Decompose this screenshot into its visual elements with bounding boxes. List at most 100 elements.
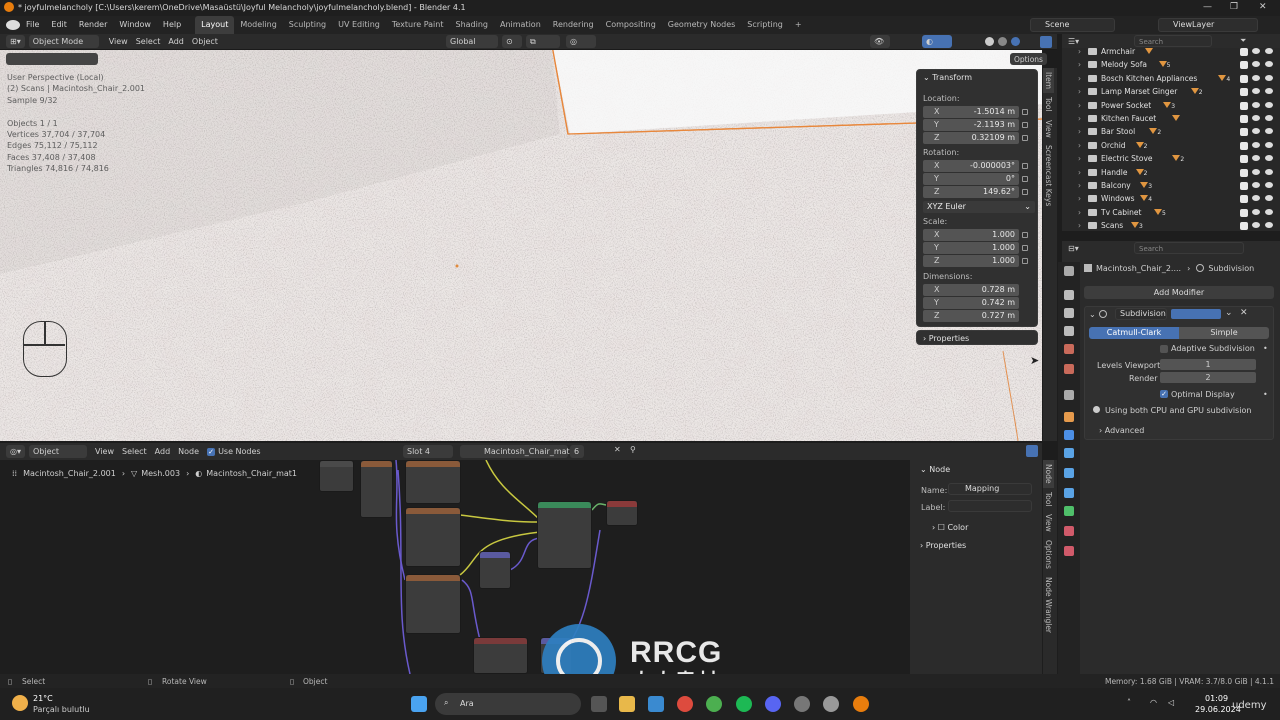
outliner-row[interactable]: › Orchid 2 [1062, 139, 1280, 152]
close-icon[interactable]: ✕ [1259, 2, 1267, 12]
tab-view[interactable]: View [1043, 510, 1054, 536]
blender-menu-icon[interactable] [6, 20, 20, 30]
menu-select[interactable]: Select [132, 35, 165, 48]
pivot-icon[interactable]: ⊙ [502, 35, 522, 48]
properties-editor-icon[interactable]: ⊟▾ [1068, 244, 1079, 253]
mapping-node[interactable] [473, 637, 528, 674]
tab-layout[interactable]: Layout [195, 16, 235, 34]
node-menu-node[interactable]: Node [174, 445, 203, 458]
tab-geometry-nodes[interactable]: Geometry Nodes [662, 16, 741, 34]
exclude-checkbox[interactable] [1240, 101, 1248, 110]
camera-icon[interactable] [1265, 128, 1273, 135]
lock-icon[interactable] [1022, 163, 1028, 169]
location-x-field[interactable]: X -1.5014 m [923, 106, 1019, 118]
camera-icon[interactable] [1265, 182, 1273, 188]
camera-icon[interactable] [1265, 208, 1273, 215]
camera-icon[interactable] [1265, 74, 1273, 81]
dimensions-y-field[interactable]: Y 0.742 m [923, 297, 1019, 309]
eye-icon[interactable] [1252, 128, 1260, 135]
mode-selector[interactable]: Object Mode [28, 35, 99, 48]
options-button[interactable]: Options [1010, 53, 1047, 65]
eye-icon[interactable] [1252, 115, 1260, 121]
simple-option[interactable]: Simple [1179, 327, 1269, 339]
menu-window[interactable]: Window [113, 16, 157, 34]
exclude-checkbox[interactable] [1240, 61, 1248, 70]
keyframe-dot-icon[interactable]: • [1263, 390, 1268, 399]
material-output-node[interactable] [606, 500, 638, 526]
eye-icon[interactable] [1252, 88, 1260, 95]
modifier-tab-icon[interactable] [1064, 430, 1074, 440]
lock-icon[interactable] [1022, 189, 1028, 195]
node-menu-add[interactable]: Add [151, 445, 175, 458]
catmull-clark-option[interactable]: Catmull-Clark [1089, 327, 1179, 339]
properties-subpanel[interactable]: › Properties [916, 330, 1038, 345]
menu-object[interactable]: Object [188, 35, 222, 48]
rotation-mode-select[interactable]: XYZ Euler ⌄ [923, 201, 1035, 213]
levels-viewport-field[interactable]: 1 [1160, 359, 1256, 370]
file-explorer-icon[interactable] [619, 696, 635, 712]
outliner-row[interactable]: › Balcony 3 [1062, 179, 1280, 192]
tab-compositing[interactable]: Compositing [600, 16, 662, 34]
outliner-row[interactable]: › Bar Stool 2 [1062, 125, 1280, 138]
modifier-visibility-toggles[interactable] [1171, 309, 1221, 319]
keyframe-dot-icon[interactable]: • [1263, 344, 1268, 353]
expand-arrow-icon[interactable]: › [1078, 72, 1081, 85]
tab-node-wrangler[interactable]: Node Wrangler [1043, 573, 1054, 637]
optimal-display-checkbox[interactable]: ✓ [1160, 390, 1168, 398]
minimize-icon[interactable]: — [1203, 2, 1212, 12]
chrome-icon[interactable] [677, 696, 693, 712]
dimensions-x-field[interactable]: X 0.728 m [923, 284, 1019, 296]
visibility-icon[interactable]: 👁 [870, 35, 890, 48]
expand-arrow-icon[interactable]: › [1078, 219, 1081, 232]
tool-tab-icon[interactable] [1064, 266, 1074, 276]
eye-icon[interactable] [1252, 141, 1260, 148]
expand-arrow-icon[interactable]: › [1078, 192, 1081, 205]
node-overlay-icon[interactable] [1026, 445, 1038, 457]
camera-icon[interactable] [1265, 115, 1273, 121]
menu-file[interactable]: File [20, 16, 45, 34]
object-tab-icon[interactable] [1064, 412, 1074, 422]
maximize-icon[interactable]: ❐ [1230, 2, 1238, 12]
expand-arrow-icon[interactable]: › [1078, 139, 1081, 152]
blender-taskbar-icon[interactable] [853, 696, 869, 712]
expand-arrow-icon[interactable]: › [1078, 85, 1081, 98]
material-users-count[interactable]: 6 [570, 445, 584, 458]
expand-arrow-icon[interactable]: › [1078, 58, 1081, 71]
discord-icon[interactable] [765, 696, 781, 712]
render-levels-field[interactable]: 2 [1160, 372, 1256, 383]
exclude-checkbox[interactable] [1240, 168, 1248, 177]
node-menu-view[interactable]: View [91, 445, 118, 458]
expand-arrow-icon[interactable]: › [1078, 179, 1081, 192]
scale-y-field[interactable]: Y 1.000 [923, 242, 1019, 254]
overlay-icon[interactable]: ◐ [922, 35, 952, 48]
expand-arrow-icon[interactable]: › [1078, 45, 1081, 58]
node-editor-canvas[interactable]: ⁞⁞ Macintosh_Chair_2.001 › ▽ Mesh.003 › … [0, 460, 910, 674]
snap-icon[interactable]: ⧉ [526, 35, 560, 48]
camera-icon[interactable] [1265, 141, 1273, 148]
color-subpanel[interactable]: › ☐ Color [932, 523, 968, 532]
world-tab-icon[interactable] [1064, 364, 1074, 374]
node-menu-select[interactable]: Select [118, 445, 151, 458]
outliner-row[interactable]: › Tv Cabinet 5 [1062, 206, 1280, 219]
pin-icon[interactable]: ⚲ [630, 445, 636, 454]
unlink-material-icon[interactable]: ✕ [614, 445, 621, 454]
location-y-field[interactable]: Y -2.1193 m [923, 119, 1019, 131]
node-box[interactable] [405, 574, 461, 634]
spotify-icon[interactable] [736, 696, 752, 712]
lock-icon[interactable] [1022, 122, 1028, 128]
tab-node[interactable]: Node [1043, 460, 1054, 488]
particles-tab-icon[interactable] [1064, 448, 1074, 458]
tab-uv-editing[interactable]: UV Editing [332, 16, 386, 34]
transform-title[interactable]: ⌄ Transform [923, 73, 972, 82]
exclude-checkbox[interactable] [1240, 141, 1248, 150]
eye-icon[interactable] [1252, 155, 1260, 162]
camera-icon[interactable] [1265, 155, 1273, 162]
expand-arrow-icon[interactable]: › [1078, 166, 1081, 179]
scene-selector[interactable]: Scene [1030, 18, 1115, 32]
camera-icon[interactable] [1265, 48, 1273, 54]
wifi-icon[interactable]: ◠ [1150, 698, 1157, 707]
collection-tab-icon[interactable] [1064, 390, 1074, 400]
node-box[interactable] [405, 460, 461, 504]
camera-icon[interactable] [1265, 61, 1273, 68]
outliner-row[interactable]: › Scans 3 [1062, 219, 1280, 232]
